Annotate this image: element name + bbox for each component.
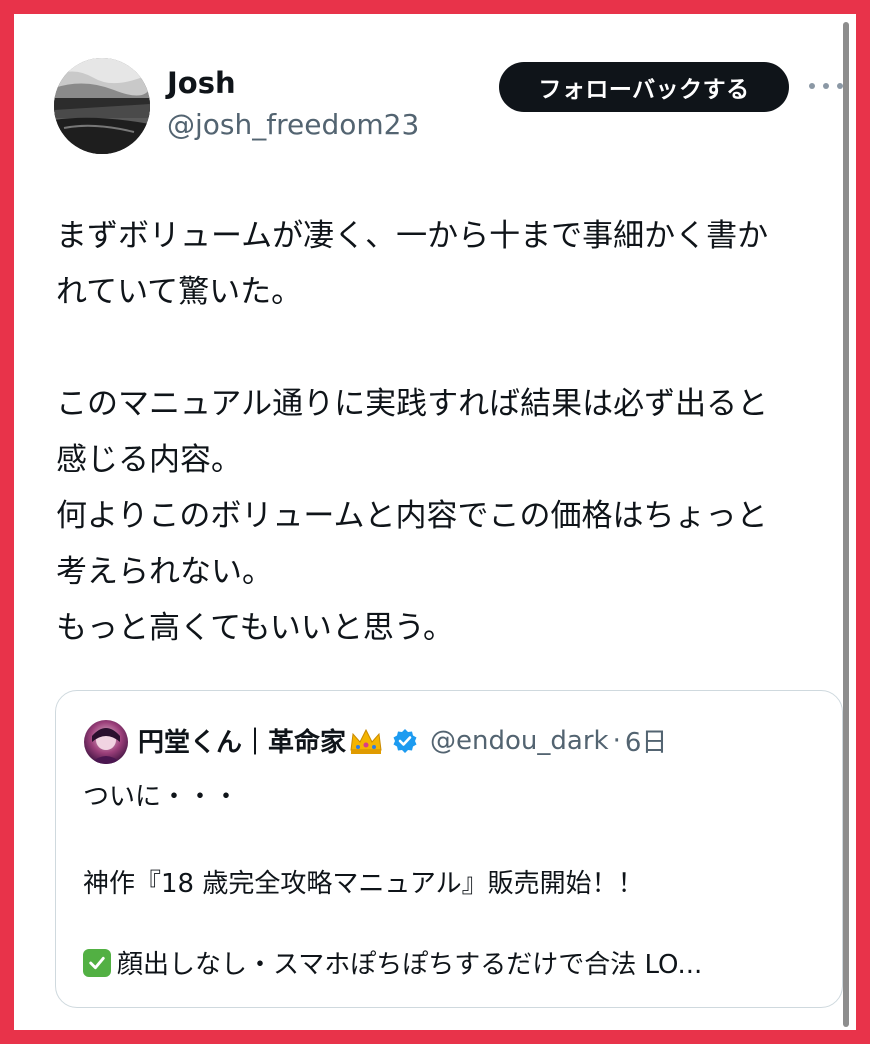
quoted-post-header: 円堂くん｜革命家 @endou_dark · 6日	[138, 722, 667, 759]
author-name[interactable]: Josh	[167, 66, 236, 100]
quoted-text-line-with-check: 顔出しなし・スマホぽちぽちするだけで合法 LO...	[83, 944, 702, 981]
quoted-post-card[interactable]: 円堂くん｜革命家 @endou_dark · 6日 ついに・・・ 神作『18 歳…	[55, 690, 843, 1008]
scrollbar[interactable]	[843, 22, 849, 1027]
author-handle[interactable]: @josh_freedom23	[167, 108, 419, 141]
post-text-line: 感じる内容。	[56, 442, 242, 478]
follow-back-button[interactable]: フォローバックする	[499, 62, 789, 112]
verified-badge-icon	[393, 728, 417, 753]
more-dot	[823, 83, 829, 89]
post-text-line: このマニュアル通りに実践すれば結果は必ず出ると	[56, 386, 769, 422]
author-avatar[interactable]	[54, 58, 150, 154]
post-text-line	[56, 320, 856, 376]
crown-icon	[350, 728, 382, 754]
post-text-line: もっと高くてもいいと思う。	[56, 610, 455, 646]
more-horizontal-icon[interactable]	[809, 72, 843, 100]
post-text-line: 何よりこのボリュームと内容でこの価格はちょっと	[56, 498, 768, 534]
post-text-line: 考えられない。	[56, 554, 273, 590]
avatar-seascape-image	[54, 58, 150, 154]
post-text-line: れていて驚いた。	[56, 274, 303, 310]
quoted-post-time[interactable]: 6日	[625, 722, 668, 759]
quoted-text-line: 顔出しなし・スマホぽちぽちするだけで合法 LO...	[117, 950, 703, 980]
quoted-text-line: 神作『18 歳完全攻略マニュアル』販売開始！！	[83, 869, 644, 899]
post-card: Josh @josh_freedom23 フォローバックする まずボリュームが凄…	[14, 14, 856, 1030]
post-text: まずボリュームが凄く、一から十まで事細かく書か れていて驚いた。 このマニュアル…	[56, 208, 856, 656]
check-mark-icon	[83, 948, 111, 977]
separator-dot: ·	[612, 725, 621, 756]
quoted-author-name[interactable]: 円堂くん｜革命家	[138, 722, 346, 759]
more-dot	[809, 83, 815, 89]
quoted-author-handle[interactable]: @endou_dark	[430, 726, 609, 756]
quoted-text-line: ついに・・・	[83, 782, 240, 812]
post-text-line: まずボリュームが凄く、一から十まで事細かく書か	[56, 218, 769, 254]
quoted-author-avatar[interactable]	[84, 720, 128, 764]
